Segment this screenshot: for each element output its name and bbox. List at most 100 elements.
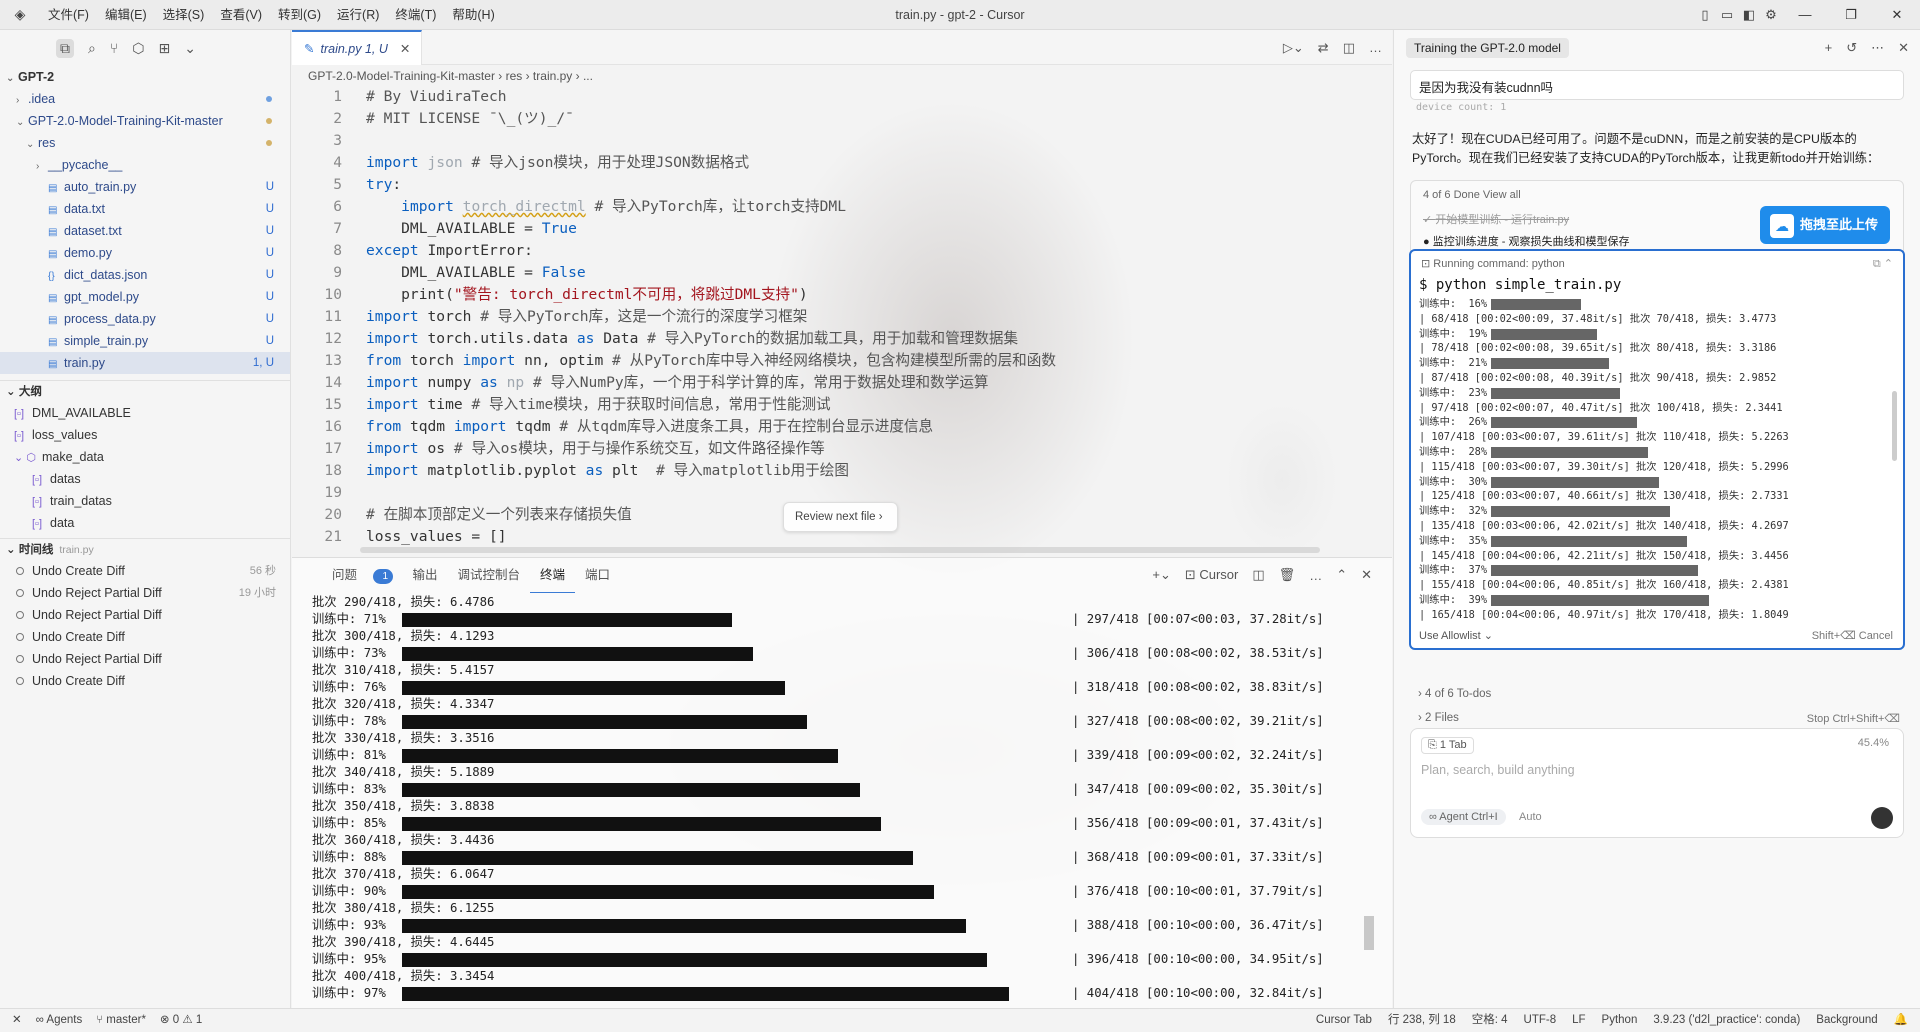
- grid-icon[interactable]: ⊞: [158, 40, 170, 57]
- todos-collapsible[interactable]: › 4 of 6 To-dos: [1418, 688, 1491, 700]
- menu-terminal[interactable]: 终端(T): [387, 0, 444, 30]
- code-line[interactable]: 3: [292, 130, 1392, 152]
- menu-selection[interactable]: 选择(S): [155, 0, 213, 30]
- file-tree-item[interactable]: ⌄ GPT-2.0-Model-Training-Kit-master: [0, 110, 290, 132]
- code-line[interactable]: 8 except ImportError:: [292, 240, 1392, 262]
- git-branch[interactable]: ⑂ master*: [96, 1009, 146, 1032]
- tab-train-py[interactable]: ✎ train.py 1, U ✕: [292, 30, 422, 65]
- timeline-item[interactable]: Undo Create Diff 56 秒: [0, 560, 290, 582]
- file-tree-item[interactable]: ▤ auto_train.py U: [0, 176, 290, 198]
- outline-item[interactable]: [▫] data: [0, 512, 290, 534]
- search-icon[interactable]: ⌕: [88, 40, 96, 57]
- terminal-output[interactable]: 批次 290/418, 损失: 6.4786 训练中: 71% | 297/418 …: [312, 594, 1392, 1004]
- toggle-secondary-sidebar-icon[interactable]: ◧: [1738, 7, 1760, 23]
- history-icon[interactable]: ↺: [1846, 40, 1857, 56]
- file-tree-item[interactable]: › __pycache__: [0, 154, 290, 176]
- close-panel-icon[interactable]: ✕: [1361, 567, 1372, 583]
- timeline-item[interactable]: Undo Reject Partial Diff 19 小时: [0, 582, 290, 604]
- code-line[interactable]: 13 from torch import nn, optim # 从PyTorch…: [292, 350, 1392, 372]
- menu-view[interactable]: 查看(V): [212, 0, 270, 30]
- problems-status[interactable]: ⊗ 0 ⚠ 1: [160, 1009, 202, 1032]
- timeline-item[interactable]: Undo Reject Partial Diff: [0, 648, 290, 670]
- explorer-root[interactable]: ⌄ GPT-2: [0, 66, 290, 88]
- timeline-item[interactable]: Undo Create Diff: [0, 626, 290, 648]
- command-scrollbar[interactable]: [1892, 391, 1897, 461]
- menu-edit[interactable]: 编辑(E): [97, 0, 155, 30]
- close-icon[interactable]: ✕: [1898, 40, 1909, 56]
- tab-terminal[interactable]: 终端: [530, 558, 576, 593]
- encoding[interactable]: UTF-8: [1524, 1009, 1557, 1032]
- file-tree-item[interactable]: ⌄ res: [0, 132, 290, 154]
- minimize-button[interactable]: —: [1782, 0, 1828, 30]
- remote-indicator[interactable]: ✕: [12, 1009, 22, 1032]
- code-editor[interactable]: 1 # By ViudiraTech 2 # MIT LICENSE ¯\_(ツ)_/…: [292, 86, 1392, 549]
- code-line[interactable]: 6 import torch_directml # 导入PyTorch库，让to…: [292, 196, 1392, 218]
- menu-help[interactable]: 帮助(H): [444, 0, 502, 30]
- file-tree-item[interactable]: ▤ process_data.py U: [0, 308, 290, 330]
- review-next-file-button[interactable]: Review next file ›: [783, 502, 898, 532]
- files-collapsible[interactable]: › 2 Files: [1418, 712, 1459, 724]
- code-line[interactable]: 5 try:: [292, 174, 1392, 196]
- maximize-button[interactable]: ❐: [1828, 0, 1874, 30]
- code-line[interactable]: 16 from tqdm import tqdm # 从tqdm库导入进度条工具，…: [292, 416, 1392, 438]
- tab-debug-console[interactable]: 调试控制台: [448, 558, 531, 592]
- cursor-tab-status[interactable]: Cursor Tab: [1316, 1009, 1372, 1032]
- source-control-icon[interactable]: ⑂: [110, 40, 118, 56]
- file-tree-item[interactable]: ▤ demo.py U: [0, 242, 290, 264]
- file-tree-item[interactable]: ▤ simple_train.py U: [0, 330, 290, 352]
- code-line[interactable]: 11 import torch # 导入PyTorch库，这是一个流行的深度学习框…: [292, 306, 1392, 328]
- cancel-button[interactable]: Shift+⌫ Cancel: [1812, 629, 1893, 642]
- outline-item[interactable]: [▫] datas: [0, 468, 290, 490]
- settings-gear-icon[interactable]: ⚙: [1760, 7, 1782, 23]
- model-selector[interactable]: Auto: [1519, 811, 1542, 823]
- python-interpreter[interactable]: 3.9.23 ('d2l_practice': conda): [1653, 1009, 1800, 1032]
- stop-button[interactable]: Stop Ctrl+Shift+⌫: [1807, 712, 1900, 725]
- code-line[interactable]: 18 import matplotlib.pyplot as plt # 导入ma…: [292, 460, 1392, 482]
- more-actions-icon[interactable]: …: [1369, 40, 1382, 55]
- code-line[interactable]: 4 import json # 导入json模块，用于处理JSON数据格式: [292, 152, 1392, 174]
- agents-status[interactable]: ∞ Agents: [36, 1009, 83, 1032]
- terminal-scrollbar[interactable]: [1364, 916, 1374, 950]
- code-line[interactable]: 17 import os # 导入os模块，用于与操作系统交互，如文件路径操作等: [292, 438, 1392, 460]
- run-icon[interactable]: ▷⌄: [1283, 40, 1304, 56]
- new-terminal-icon[interactable]: +⌄: [1152, 567, 1170, 583]
- file-tree-item[interactable]: ▤ dataset.txt U: [0, 220, 290, 242]
- tab-output[interactable]: 输出: [403, 558, 448, 592]
- code-line[interactable]: 7 DML_AVAILABLE = True: [292, 218, 1392, 240]
- menu-go[interactable]: 转到(G): [270, 0, 329, 30]
- trash-icon[interactable]: 🗑: [1279, 567, 1296, 583]
- outline-header[interactable]: ⌄ 大纲: [0, 380, 290, 402]
- cursor-position[interactable]: 行 238, 列 18: [1388, 1009, 1456, 1032]
- file-tree-item[interactable]: ▤ gpt_model.py U: [0, 286, 290, 308]
- terminal-instance[interactable]: ⊡ Cursor: [1185, 567, 1239, 583]
- timeline-item[interactable]: Undo Create Diff: [0, 670, 290, 692]
- diff-icon[interactable]: ⇄: [1318, 40, 1329, 56]
- line-ending[interactable]: LF: [1572, 1009, 1585, 1032]
- explorer-files-icon[interactable]: ⧉: [56, 38, 74, 58]
- file-tree-item[interactable]: {} dict_datas.json U: [0, 264, 290, 286]
- chat-title-tab[interactable]: Training the GPT-2.0 model: [1406, 38, 1569, 58]
- timeline-header[interactable]: ⌄ 时间线 train.py: [0, 538, 290, 560]
- more-icon[interactable]: …: [1309, 568, 1322, 583]
- code-line[interactable]: 19: [292, 482, 1392, 504]
- chat-input[interactable]: Plan, search, build anything: [1421, 763, 1575, 777]
- file-tree-item[interactable]: ▤ data.txt U: [0, 198, 290, 220]
- toggle-sidebar-icon[interactable]: ▯: [1694, 7, 1716, 23]
- language-mode[interactable]: Python: [1602, 1009, 1638, 1032]
- close-window-button[interactable]: ✕: [1874, 0, 1920, 30]
- maximize-panel-icon[interactable]: ⌃: [1336, 567, 1347, 583]
- code-line[interactable]: 2 # MIT LICENSE ¯\_(ツ)_/¯: [292, 108, 1392, 130]
- todo-header[interactable]: 4 of 6 Done View all: [1423, 189, 1521, 201]
- indentation[interactable]: 空格: 4: [1472, 1009, 1508, 1032]
- code-line[interactable]: 12 import torch.utils.data as Data # 导入Py…: [292, 328, 1392, 350]
- toggle-panel-icon[interactable]: ▭: [1716, 7, 1738, 23]
- code-line[interactable]: 10 print("警告: torch_directml不可用，将跳过DML支持…: [292, 284, 1392, 306]
- file-tree-item[interactable]: ▤ train.py 1, U: [0, 352, 290, 374]
- split-terminal-icon[interactable]: ◫: [1252, 567, 1264, 583]
- menu-file[interactable]: 文件(F): [40, 0, 97, 30]
- menu-run[interactable]: 运行(R): [329, 0, 387, 30]
- outline-item[interactable]: [▫] DML_AVAILABLE: [0, 402, 290, 424]
- close-tab-icon[interactable]: ✕: [400, 41, 410, 56]
- split-editor-icon[interactable]: ◫: [1343, 40, 1355, 56]
- context-tab-chip[interactable]: ⎘ 1 Tab: [1421, 737, 1474, 754]
